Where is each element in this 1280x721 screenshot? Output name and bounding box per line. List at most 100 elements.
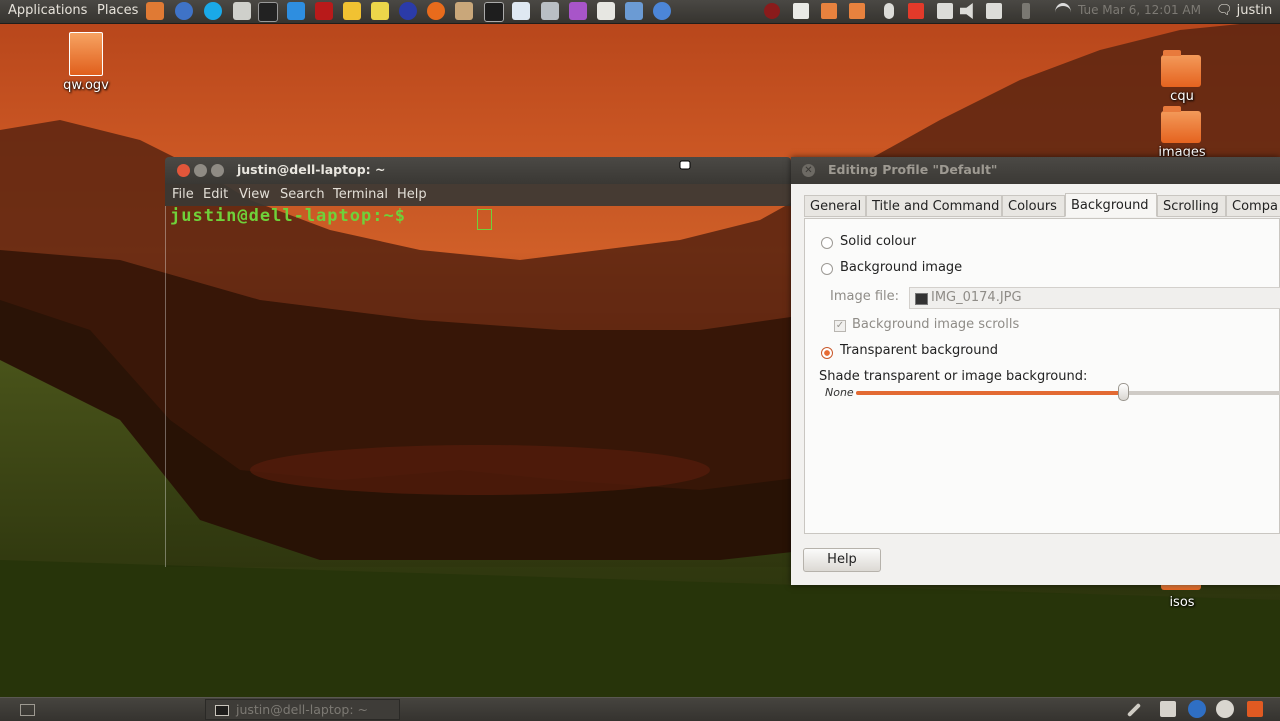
notes-icon[interactable] bbox=[371, 2, 389, 20]
taskbar-item-terminal[interactable]: justin@dell-laptop: ~ bbox=[205, 699, 400, 720]
menu-file[interactable]: File bbox=[172, 187, 194, 202]
transparent-background-label[interactable]: Transparent background bbox=[840, 343, 998, 358]
image-file-icon bbox=[915, 293, 928, 305]
chromium-icon[interactable] bbox=[653, 2, 671, 20]
globe-icon[interactable] bbox=[399, 2, 417, 20]
record-icon[interactable] bbox=[908, 3, 924, 19]
image-scrolls-checkbox[interactable]: ✓ bbox=[834, 320, 846, 332]
qw-video-file[interactable]: qw.ogv bbox=[55, 30, 117, 100]
volume-icon[interactable] bbox=[960, 3, 973, 19]
isos-folder[interactable]: isos bbox=[1152, 577, 1212, 615]
close-icon[interactable]: ✕ bbox=[802, 164, 815, 177]
microphone-icon[interactable] bbox=[884, 3, 894, 19]
printer-icon[interactable] bbox=[597, 2, 615, 20]
bluetooth-icon[interactable] bbox=[1022, 3, 1030, 19]
shade-slider-handle[interactable] bbox=[1117, 383, 1129, 401]
folder-icon[interactable] bbox=[821, 3, 837, 19]
transparent-background-radio[interactable] bbox=[821, 347, 833, 359]
user-menu[interactable]: 🗨 justin bbox=[1216, 3, 1272, 18]
terminal-icon[interactable] bbox=[484, 2, 504, 22]
desktop-icon-label: cqu bbox=[1170, 89, 1194, 104]
background-image-label[interactable]: Background image bbox=[840, 260, 962, 275]
menu-edit[interactable]: Edit bbox=[203, 187, 228, 202]
dialog-title: Editing Profile "Default" bbox=[828, 162, 998, 177]
help-button[interactable]: Help bbox=[803, 548, 881, 572]
profile-dialog[interactable]: ✕ Editing Profile "Default" General Titl… bbox=[791, 157, 1280, 585]
trash-icon[interactable] bbox=[1247, 701, 1263, 717]
tab-compatibility[interactable]: Compa bbox=[1226, 195, 1280, 217]
tab-bar: General Title and Command Colours Backgr… bbox=[804, 193, 1280, 219]
image-file-chooser[interactable]: IMG_0174.JPG bbox=[909, 287, 1280, 309]
tab-scrolling[interactable]: Scrolling bbox=[1157, 195, 1226, 217]
show-desktop-icon[interactable] bbox=[20, 704, 35, 716]
pidgin-icon[interactable] bbox=[541, 2, 559, 20]
cad-icon[interactable] bbox=[343, 2, 361, 20]
folder-icon bbox=[1161, 106, 1201, 143]
download-icon[interactable] bbox=[849, 3, 865, 19]
shell-prompt: justin@dell-laptop:~$ bbox=[170, 206, 406, 226]
image-file-name: IMG_0174.JPG bbox=[931, 290, 1022, 305]
firefox-icon[interactable] bbox=[427, 2, 445, 20]
taskbar-label: justin@dell-laptop: ~ bbox=[236, 702, 368, 717]
images-folder[interactable]: images bbox=[1152, 106, 1212, 163]
move-cursor-icon bbox=[679, 160, 691, 170]
desktop-icon-label: qw.ogv bbox=[63, 78, 109, 93]
menu-search[interactable]: Search bbox=[280, 187, 325, 202]
terminal-menubar: File Edit View Search Terminal Help bbox=[165, 184, 791, 206]
background-image-radio[interactable] bbox=[821, 263, 833, 275]
chat-icon[interactable] bbox=[764, 3, 780, 19]
system-monitor-icon[interactable] bbox=[258, 2, 278, 22]
solid-colour-radio[interactable] bbox=[821, 237, 833, 249]
document-icon[interactable] bbox=[793, 3, 809, 19]
places-menu[interactable]: Places bbox=[97, 3, 138, 18]
desktop-icon-label: isos bbox=[1169, 595, 1195, 610]
shade-label: Shade transparent or image background: bbox=[819, 369, 1088, 384]
dialog-titlebar[interactable]: ✕ Editing Profile "Default" bbox=[791, 157, 1280, 184]
settings-icon[interactable] bbox=[569, 2, 587, 20]
minimize-icon[interactable] bbox=[194, 164, 207, 177]
menu-help[interactable]: Help bbox=[397, 187, 427, 202]
terminal-icon bbox=[215, 705, 229, 716]
clock[interactable]: Tue Mar 6, 12:01 AM bbox=[1078, 3, 1201, 17]
bottom-panel: justin@dell-laptop: ~ bbox=[0, 697, 1280, 721]
terminal-window[interactable]: justin@dell-laptop: ~ File Edit View Sea… bbox=[165, 157, 792, 567]
video-file-icon bbox=[69, 32, 103, 76]
network-icon[interactable] bbox=[625, 2, 643, 20]
top-panel: Applications Places Tue Mar 6, 12:01 AM … bbox=[0, 0, 1280, 24]
network-manager-icon[interactable] bbox=[1216, 700, 1234, 718]
file-manager-icon[interactable] bbox=[455, 2, 473, 20]
close-icon[interactable] bbox=[177, 164, 190, 177]
applications-menu[interactable]: Applications bbox=[8, 3, 87, 18]
terminal-title: justin@dell-laptop: ~ bbox=[237, 162, 386, 177]
filezilla-icon[interactable] bbox=[315, 2, 333, 20]
pen-icon[interactable] bbox=[1126, 702, 1142, 718]
mail-icon[interactable] bbox=[937, 3, 953, 19]
terminal-body[interactable]: justin@dell-laptop:~$ bbox=[165, 206, 792, 567]
edit-icon[interactable] bbox=[986, 3, 1002, 19]
skype-icon[interactable] bbox=[204, 2, 222, 20]
tab-general[interactable]: General bbox=[804, 195, 866, 217]
cqu-folder[interactable]: cqu bbox=[1152, 50, 1212, 110]
screenshot-icon[interactable] bbox=[512, 2, 530, 20]
menu-view[interactable]: View bbox=[239, 187, 270, 202]
solid-colour-label[interactable]: Solid colour bbox=[840, 234, 916, 249]
keyboard-icon[interactable] bbox=[1160, 701, 1176, 717]
thunderbird-icon[interactable] bbox=[175, 2, 193, 20]
folder-icon[interactable] bbox=[146, 2, 164, 20]
user-name: justin bbox=[1236, 3, 1273, 18]
tab-colours[interactable]: Colours bbox=[1002, 195, 1065, 217]
shade-slider[interactable] bbox=[856, 383, 1280, 401]
menu-terminal[interactable]: Terminal bbox=[333, 187, 388, 202]
usb-icon[interactable] bbox=[233, 2, 251, 20]
terminal-titlebar[interactable]: justin@dell-laptop: ~ bbox=[165, 157, 791, 184]
background-tab-panel: Solid colour Background image Image file… bbox=[804, 218, 1280, 534]
shade-min-label: None bbox=[825, 386, 854, 399]
wifi-icon[interactable] bbox=[1055, 3, 1071, 22]
dropbox-icon[interactable] bbox=[287, 2, 305, 20]
tab-background[interactable]: Background bbox=[1065, 193, 1157, 217]
image-file-label: Image file: bbox=[830, 289, 900, 304]
image-scrolls-label[interactable]: Background image scrolls bbox=[852, 317, 1019, 332]
update-icon[interactable] bbox=[1188, 700, 1206, 718]
tab-title-and-command[interactable]: Title and Command bbox=[866, 195, 1002, 217]
maximize-icon[interactable] bbox=[211, 164, 224, 177]
